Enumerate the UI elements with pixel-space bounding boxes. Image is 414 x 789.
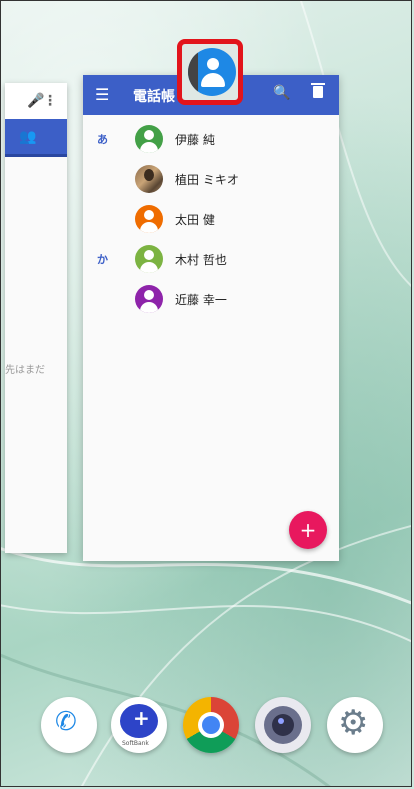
section-letter: あ [97,133,108,146]
contact-row[interactable]: あ 伊藤 純 [83,119,339,159]
contact-name: 木村 哲也 [175,253,227,267]
more-vert-icon: ⋮ [43,93,57,109]
avatar-head [144,290,154,300]
left-card-header: 🎤 ⋮ [5,83,67,119]
person-body [201,73,225,87]
avatar-body [140,222,158,233]
contact-row[interactable]: か 木村 哲也 [83,239,339,279]
avatar-icon [135,285,163,313]
avatar-icon [135,245,163,273]
contact-row[interactable]: 植田 ミキオ [83,159,339,199]
delete-icon[interactable] [311,83,325,98]
menu-icon[interactable]: ☰ [95,85,109,104]
icon-strip [188,48,198,96]
app-title: 電話帳 [133,89,175,105]
contacts-app-card[interactable]: ☰ 電話帳 🔍 あ 伊藤 純植田 ミキオ 太田 健か 木村 哲也近藤 幸一 + [83,75,339,561]
contacts-app-icon[interactable] [188,48,236,96]
contact-photo [135,165,163,193]
lens-inner [272,714,294,736]
contact-row[interactable]: 近藤 幸一 [83,279,339,319]
avatar-head [144,210,154,220]
softbank-message-icon[interactable]: + SoftBank [111,697,167,753]
settings-icon[interactable]: ⚙ [327,697,383,753]
avatar-head [144,130,154,140]
people-icon: 👥 [19,129,37,145]
person-head [207,58,219,70]
add-contact-button[interactable]: + [289,511,327,549]
plus-glyph: + [133,706,150,730]
avatar-body [140,262,158,273]
search-icon[interactable]: 🔍 [273,85,290,101]
highlight-frame [177,39,243,105]
avatar-head [144,250,154,260]
dock: ✆ + SoftBank ⚙ [1,697,411,757]
phone-icon[interactable]: ✆ [41,697,97,753]
contact-name: 伊藤 純 [175,133,215,147]
avatar-icon [135,205,163,233]
softbank-label: SoftBank [122,740,149,747]
left-card-text: 先はまだ [5,365,45,376]
contact-name: 太田 健 [175,213,215,227]
tab-indicator [5,154,67,157]
contact-row[interactable]: 太田 健 [83,199,339,239]
section-letter: か [97,253,108,266]
avatar-icon [135,125,163,153]
chrome-icon[interactable] [183,697,239,753]
recents-screen: 🎤 ⋮ 👥 先はまだ ☰ 電話帳 🔍 あ 伊藤 純植田 ミキオ 太田 健か 木村 哲也… [0,0,412,787]
lens-glint [278,718,284,724]
chrome-core [202,716,220,734]
avatar-body [140,142,158,153]
contact-name: 近藤 幸一 [175,293,227,307]
previous-app-card[interactable]: 🎤 ⋮ 👥 先はまだ [5,83,67,553]
contact-name: 植田 ミキオ [175,173,239,187]
mic-icon: 🎤 [27,93,45,109]
left-card-tab: 👥 [5,119,67,157]
camera-icon[interactable] [255,697,311,753]
avatar-body [140,302,158,313]
